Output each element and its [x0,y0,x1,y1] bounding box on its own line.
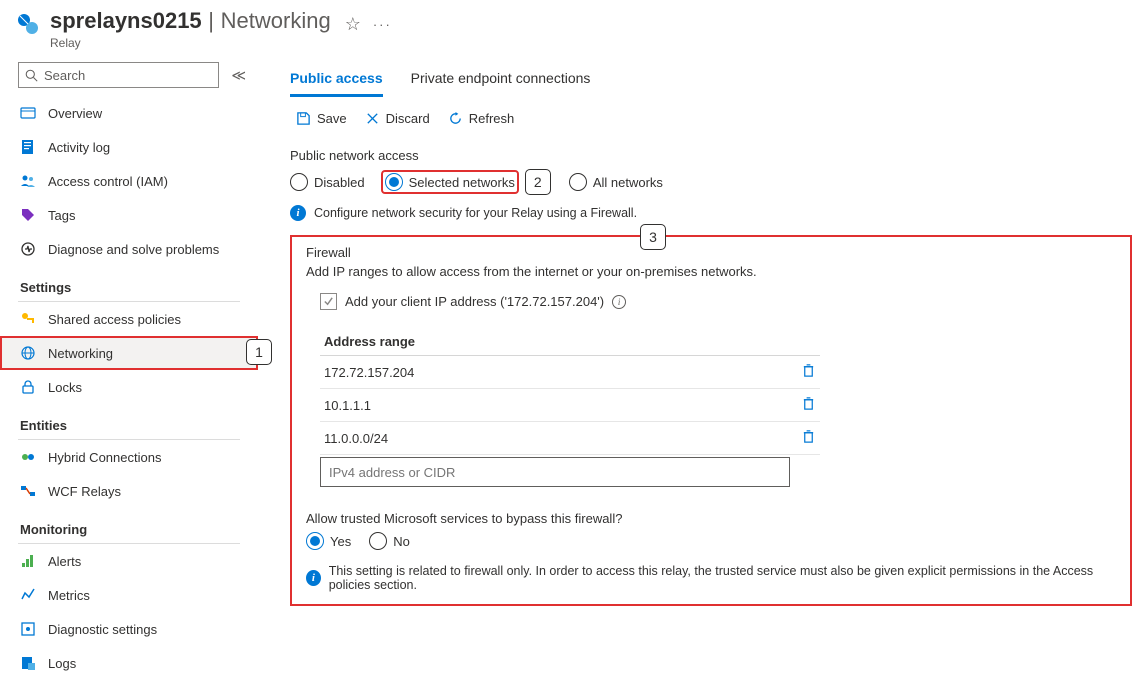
key-icon [20,311,36,327]
nav-locks[interactable]: Locks [0,370,258,404]
diagnose-icon [20,241,36,257]
diag-settings-icon [20,621,36,637]
hybrid-icon [20,449,36,465]
add-client-ip-checkbox[interactable] [320,293,337,310]
nav-diagnostic-settings[interactable]: Diagnostic settings [0,612,258,646]
public-access-label: Public network access [290,148,1138,163]
delete-icon[interactable] [801,429,816,447]
callout-2: 2 [525,169,551,195]
nav-overview[interactable]: Overview [0,96,258,130]
table-row: 11.0.0.0/24 [320,422,820,455]
star-icon[interactable]: ☆ [345,14,361,35]
separator: | [208,8,214,33]
metrics-icon [20,587,36,603]
breadcrumb: Relay [50,36,331,50]
save-button[interactable]: Save [296,111,347,126]
callout-3: 3 [640,224,666,250]
tab-private-endpoint[interactable]: Private endpoint connections [411,66,591,97]
radio-disabled[interactable]: Disabled [290,173,365,191]
resource-name: sprelayns0215 [50,8,202,33]
nav-shared-access[interactable]: Shared access policies [0,302,258,336]
discard-button[interactable]: Discard [365,111,430,126]
log-icon [20,139,36,155]
tag-icon [20,207,36,223]
logs-icon [20,655,36,671]
page-title: Networking [221,8,331,33]
radio-bypass-no[interactable]: No [369,532,410,550]
discard-icon [365,111,380,126]
page-header: sprelayns0215 | Networking Relay ☆ ··· [0,0,1138,56]
main-content: Public access Private endpoint connectio… [258,56,1138,690]
access-info: i Configure network security for your Re… [290,205,1138,221]
callout-1: 1 [246,339,272,365]
firewall-desc: Add IP ranges to allow access from the i… [306,264,1116,279]
nav-networking[interactable]: Networking1 [0,336,258,370]
collapse-sidebar-icon[interactable]: ≪ [231,67,246,84]
refresh-icon [448,111,463,126]
firewall-title: Firewall [306,245,1116,260]
nav-tags[interactable]: Tags [0,198,258,232]
command-bar: Save Discard Refresh [290,111,1138,126]
bypass-label: Allow trusted Microsoft services to bypa… [306,511,1116,526]
nav-hybrid-connections[interactable]: Hybrid Connections [0,440,258,474]
alerts-icon [20,553,36,569]
tab-public-access[interactable]: Public access [290,66,383,97]
overview-icon [20,105,36,121]
delete-icon[interactable] [801,363,816,381]
firewall-section: 3 Firewall Add IP ranges to allow access… [290,235,1132,606]
radio-bypass-yes[interactable]: Yes [306,532,351,550]
bypass-info: i This setting is related to firewall on… [306,564,1116,592]
info-icon: i [290,205,306,221]
save-icon [296,111,311,126]
nav-activity-log[interactable]: Activity log [0,130,258,164]
nav-wcf-relays[interactable]: WCF Relays [0,474,258,508]
lock-icon [20,379,36,395]
nav-logs[interactable]: Logs [0,646,258,680]
radio-selected-networks[interactable]: Selected networks [383,172,517,192]
wcf-icon [20,483,36,499]
search-input[interactable]: Search [18,62,219,88]
radio-all-networks[interactable]: All networks [569,173,663,191]
tab-bar: Public access Private endpoint connectio… [290,66,1138,97]
nav-section-monitoring: Monitoring [0,508,258,543]
table-row: 10.1.1.1 [320,389,820,422]
more-icon[interactable]: ··· [373,17,392,32]
add-client-ip-label: Add your client IP address ('172.72.157.… [345,294,604,309]
refresh-button[interactable]: Refresh [448,111,515,126]
nav-metrics[interactable]: Metrics [0,578,258,612]
relay-icon [16,12,40,36]
address-range-input[interactable] [320,457,790,487]
search-placeholder: Search [44,68,85,83]
nav-alerts[interactable]: Alerts [0,544,258,578]
iam-icon [20,173,36,189]
table-row: 172.72.157.204 [320,356,820,389]
search-icon [25,69,38,82]
nav-diagnose[interactable]: Diagnose and solve problems [0,232,258,266]
delete-icon[interactable] [801,396,816,414]
sidebar: Search ≪ Overview Activity log Access co… [0,56,258,690]
nav-access-control[interactable]: Access control (IAM) [0,164,258,198]
info-icon: i [306,570,321,586]
address-range-table: Address range 172.72.157.204 10.1.1.1 11… [320,328,820,455]
nav-section-settings: Settings [0,266,258,301]
info-icon[interactable]: i [612,295,626,309]
col-address-range: Address range [320,328,820,356]
nav-section-entities: Entities [0,404,258,439]
network-icon [20,345,36,361]
